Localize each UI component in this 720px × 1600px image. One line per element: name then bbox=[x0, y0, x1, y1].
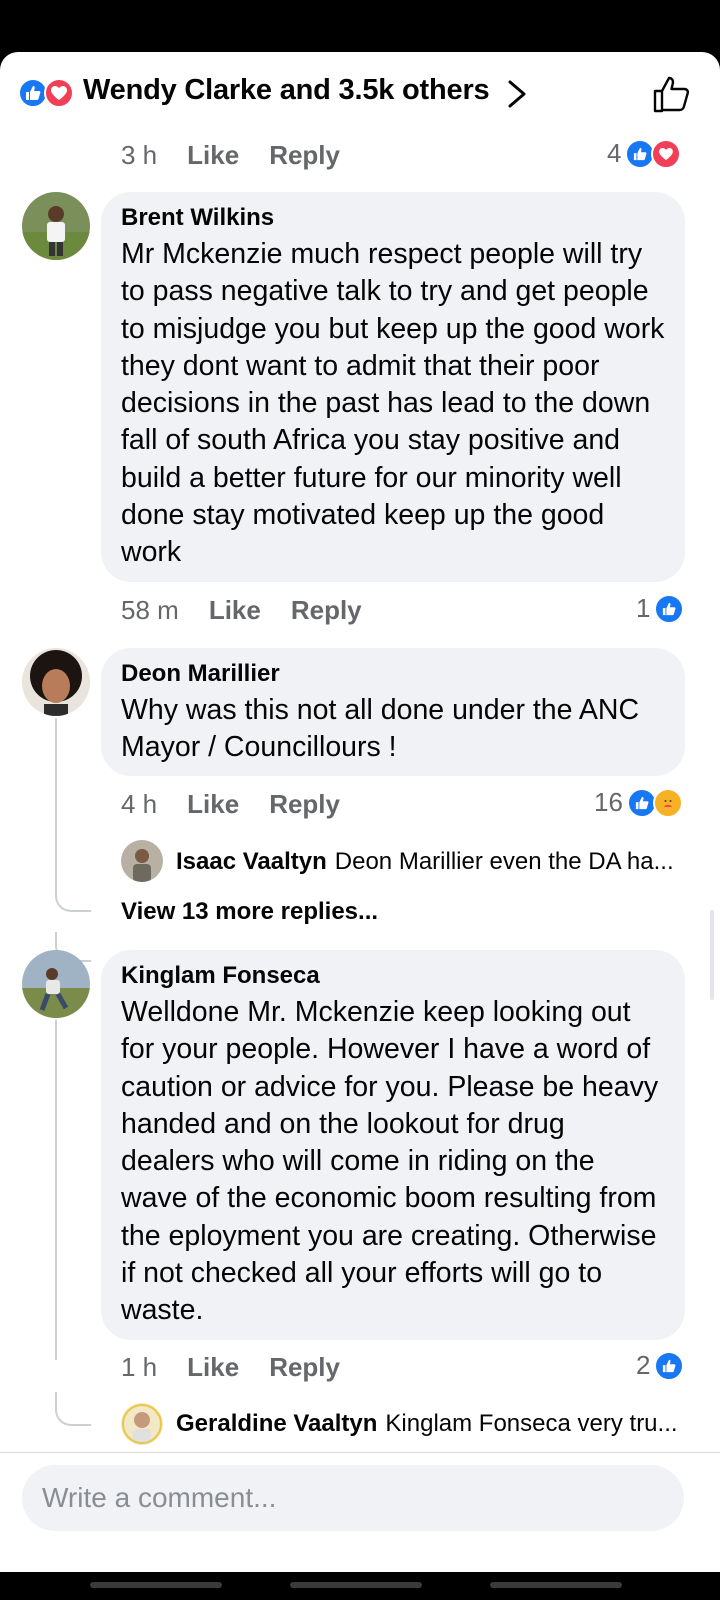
avatar[interactable] bbox=[22, 648, 90, 716]
like-button[interactable]: Like bbox=[187, 1352, 239, 1382]
reaction-count[interactable]: 4 bbox=[607, 138, 682, 169]
reply-author[interactable]: Isaac Vaaltyn bbox=[176, 848, 327, 875]
reactions-comments-sheet: Wendy Clarke and 3.5k others 3 h Like Repl… bbox=[0, 52, 720, 1572]
comment-bubble[interactable]: Kinglam Fonseca Welldone Mr. Mckenzie ke… bbox=[101, 950, 685, 1340]
reaction-summary bbox=[18, 78, 78, 108]
avatar[interactable] bbox=[22, 950, 90, 1018]
thread-line bbox=[55, 1020, 57, 1360]
view-more-replies-link[interactable]: View 13 more replies... bbox=[121, 898, 378, 926]
comment-text: Welldone Mr. Mckenzie keep looking out f… bbox=[121, 996, 659, 1327]
thread-line bbox=[55, 718, 57, 894]
reaction-count-value: 1 bbox=[636, 593, 651, 623]
comment-meta: 4 h Like Reply bbox=[121, 789, 370, 820]
comment-author[interactable]: Brent Wilkins bbox=[121, 204, 665, 232]
nav-back-button[interactable] bbox=[490, 1582, 622, 1588]
nav-recents-button[interactable] bbox=[90, 1582, 222, 1588]
avatar[interactable] bbox=[121, 840, 163, 882]
reactions-header[interactable]: Wendy Clarke and 3.5k others bbox=[0, 52, 720, 132]
comment-input[interactable] bbox=[22, 1465, 684, 1531]
thread-connector bbox=[55, 1392, 91, 1426]
reply-author[interactable]: Geraldine Vaaltyn bbox=[176, 1410, 377, 1437]
reply-button[interactable]: Reply bbox=[291, 595, 362, 625]
like-button[interactable]: Like bbox=[187, 789, 239, 819]
comment-author[interactable]: Deon Marillier bbox=[121, 660, 665, 688]
reply-text: Deon Marillier even the DA ha... bbox=[334, 848, 674, 875]
comment-text: Why was this not all done under the ANC … bbox=[121, 694, 640, 764]
comment-bubble[interactable]: Deon Marillier Why was this not all done… bbox=[101, 648, 685, 776]
comment-meta: 3 h Like Reply bbox=[121, 140, 370, 171]
care-icon bbox=[652, 787, 683, 818]
nav-home-button[interactable] bbox=[290, 1582, 422, 1588]
reaction-count[interactable]: 1 bbox=[636, 593, 685, 624]
status-bar bbox=[0, 0, 720, 52]
avatar[interactable] bbox=[121, 1403, 163, 1445]
comment-time: 4 h bbox=[121, 789, 158, 819]
reaction-count-value: 16 bbox=[594, 787, 623, 817]
love-icon bbox=[44, 78, 74, 108]
comment-meta: 58 m Like Reply bbox=[121, 595, 392, 626]
like-outline-icon[interactable] bbox=[652, 74, 692, 114]
comment-time: 3 h bbox=[121, 140, 158, 170]
system-nav-bar bbox=[0, 1572, 720, 1600]
like-icon bbox=[654, 1350, 685, 1381]
avatar[interactable] bbox=[22, 192, 90, 260]
comment-time: 58 m bbox=[121, 595, 179, 625]
reaction-count[interactable]: 2 bbox=[636, 1350, 685, 1381]
reactors-title[interactable]: Wendy Clarke and 3.5k others bbox=[83, 74, 490, 107]
chevron-right-icon[interactable] bbox=[506, 80, 528, 108]
reaction-count-value: 2 bbox=[636, 1350, 651, 1380]
comment-text: Mr Mckenzie much respect people will try… bbox=[121, 238, 665, 569]
reply-preview[interactable]: Geraldine Vaaltyn Kinglam Fonseca very tr… bbox=[176, 1410, 688, 1438]
reply-text: Kinglam Fonseca very tru... bbox=[385, 1410, 678, 1437]
like-button[interactable]: Like bbox=[187, 140, 239, 170]
comment-time: 1 h bbox=[121, 1352, 158, 1382]
love-icon bbox=[651, 138, 682, 169]
reply-button[interactable]: Reply bbox=[269, 789, 340, 819]
like-button[interactable]: Like bbox=[209, 595, 261, 625]
comment-meta: 1 h Like Reply bbox=[121, 1352, 370, 1383]
reply-preview[interactable]: Isaac Vaaltyn Deon Marillier even the DA … bbox=[176, 848, 686, 876]
thread-connector bbox=[55, 882, 91, 912]
reply-button[interactable]: Reply bbox=[269, 1352, 340, 1382]
reply-button[interactable]: Reply bbox=[269, 140, 340, 170]
comment-author[interactable]: Kinglam Fonseca bbox=[121, 962, 665, 990]
comment-composer bbox=[0, 1452, 720, 1572]
reaction-count-value: 4 bbox=[607, 138, 622, 168]
scrollbar[interactable] bbox=[710, 910, 714, 1000]
comment-bubble[interactable]: Brent Wilkins Mr Mckenzie much respect p… bbox=[101, 192, 685, 582]
like-icon bbox=[654, 593, 685, 624]
reaction-count[interactable]: 16 bbox=[594, 787, 683, 818]
